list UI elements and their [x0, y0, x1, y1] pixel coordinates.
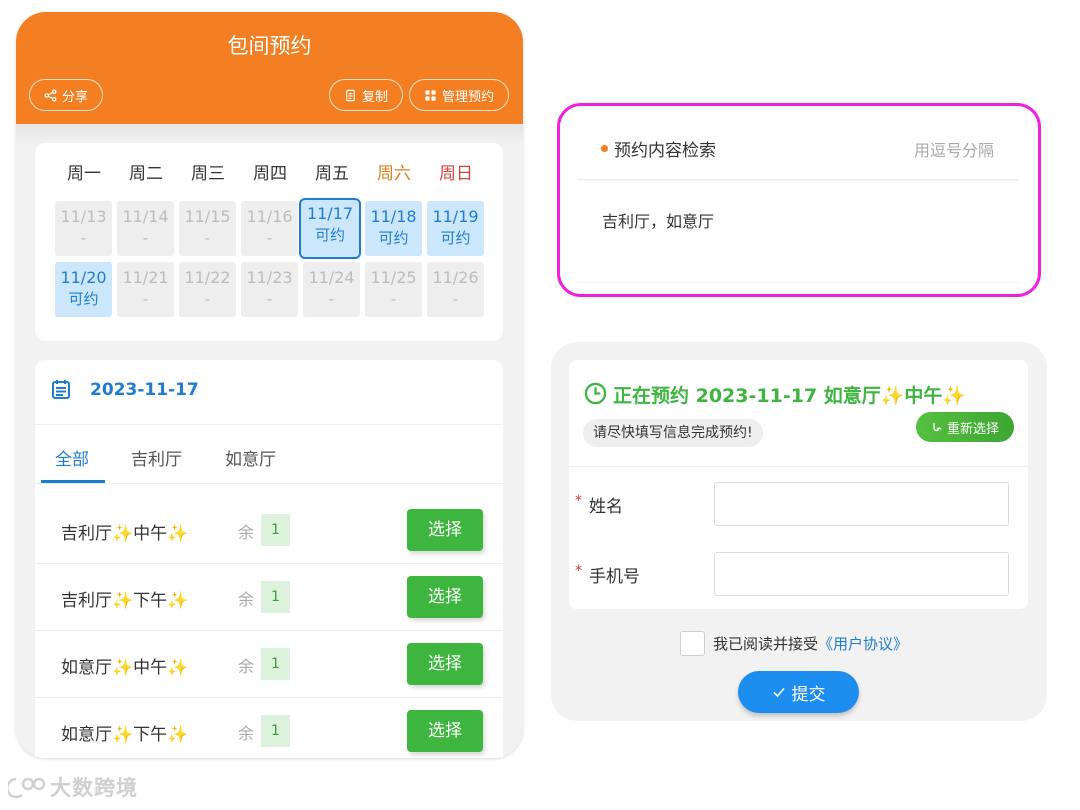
weekday-thu: 周四 — [253, 164, 287, 184]
copy-label: 复制 — [361, 89, 388, 105]
calendar-day[interactable]: 11/26- — [427, 262, 484, 317]
weekday-fri: 周五 — [315, 164, 349, 184]
bullet-dot — [601, 145, 608, 152]
manage-bookings-button[interactable]: 管理预约 — [409, 79, 509, 111]
calendar-day[interactable]: 11/21- — [117, 262, 174, 317]
app-header: 包间预约 分享 复制 管理预约 — [16, 12, 523, 124]
calendar-day[interactable]: 11/14- — [117, 201, 174, 256]
select-slot-button[interactable]: 选择 — [407, 710, 483, 752]
page-title: 包间预约 — [227, 34, 312, 58]
booking-phone-screen: 包间预约 分享 复制 管理预约 周一 周二 周三 周四 周五 周六 周日 11/… — [16, 12, 523, 758]
slots-card: 2023-11-17 全部 吉利厅 如意厅 吉利厅✨中午✨ 余 1 选择 吉利厅… — [35, 360, 503, 758]
name-input[interactable] — [714, 482, 1009, 526]
remaining-count: 1 — [261, 581, 290, 613]
phone-input[interactable] — [714, 552, 1009, 596]
select-slot-button[interactable]: 选择 — [407, 576, 483, 618]
divider — [569, 466, 1028, 467]
share-label: 分享 — [61, 89, 88, 105]
remaining-count: 1 — [261, 648, 290, 680]
slot-name: 如意厅✨下午✨ — [61, 725, 189, 745]
tab-jili-hall[interactable]: 吉利厅 — [131, 445, 182, 470]
calendar-day-available[interactable]: 11/18 可约 — [365, 201, 422, 256]
calendar-day[interactable]: 11/25- — [365, 262, 422, 317]
weekday-sun: 周日 — [439, 164, 473, 184]
selected-date: 2023-11-17 — [90, 380, 199, 400]
slot-name: 吉利厅✨下午✨ — [61, 591, 189, 611]
manage-label: 管理预约 — [441, 89, 494, 105]
remaining-count: 1 — [261, 715, 290, 747]
calendar-icon — [52, 380, 70, 399]
calendar-day[interactable]: 11/23- — [241, 262, 298, 317]
agree-text: 我已阅读并接受《用户协议》 — [713, 635, 909, 653]
remaining-label: 余 — [238, 590, 255, 609]
search-title: 预约内容检索 — [614, 141, 716, 161]
watermark: 大数跨境 — [8, 772, 138, 802]
slot-row: 吉利厅✨中午✨ 余 1 选择 — [35, 497, 503, 564]
name-label: 姓名 — [589, 497, 623, 517]
divider — [35, 483, 503, 484]
clock-icon — [584, 382, 607, 405]
reselect-button[interactable]: 重新选择 — [916, 412, 1014, 442]
slot-name: 吉利厅✨中午✨ — [61, 524, 189, 544]
reselect-label: 重新选择 — [946, 421, 999, 437]
calendar-day-selected[interactable]: 11/17 可约 — [299, 198, 361, 259]
user-agreement-link[interactable]: 《用户协议》 — [818, 635, 908, 653]
required-mark: * — [575, 493, 582, 509]
copy-button[interactable]: 复制 — [329, 79, 403, 111]
select-slot-button[interactable]: 选择 — [407, 509, 483, 551]
weekday-tue: 周二 — [129, 164, 163, 184]
calendar-day-available[interactable]: 11/20 可约 — [55, 262, 112, 317]
tab-all[interactable]: 全部 — [55, 445, 89, 470]
grid-icon — [425, 89, 436, 101]
calendar-day[interactable]: 11/24- — [303, 262, 360, 317]
header-shadow — [16, 124, 523, 144]
check-icon — [772, 687, 785, 698]
remaining-label: 余 — [238, 724, 255, 743]
search-hint: 用逗号分隔 — [914, 141, 995, 160]
select-slot-button[interactable]: 选择 — [407, 643, 483, 685]
calendar-day[interactable]: 11/22- — [179, 262, 236, 317]
remaining-count: 1 — [261, 514, 290, 546]
calendar-day-available[interactable]: 11/19 可约 — [427, 201, 484, 256]
share-icon — [44, 89, 57, 101]
tab-ruyi-hall[interactable]: 如意厅 — [225, 445, 276, 470]
refresh-icon — [933, 423, 942, 432]
remaining-label: 余 — [238, 657, 255, 676]
watermark-logo-icon — [8, 777, 46, 799]
slot-row: 如意厅✨下午✨ 余 1 选择 — [35, 698, 503, 758]
slot-name: 如意厅✨中午✨ — [61, 658, 189, 678]
submit-button[interactable]: 提交 — [738, 671, 859, 713]
phone-label: 手机号 — [589, 567, 640, 587]
weekday-wed: 周三 — [191, 164, 225, 184]
slot-row: 吉利厅✨下午✨ 余 1 选择 — [35, 564, 503, 631]
calendar-day[interactable]: 11/16- — [241, 201, 298, 256]
calendar-day[interactable]: 11/13- — [55, 201, 112, 256]
submit-label: 提交 — [791, 684, 826, 705]
slot-row: 如意厅✨中午✨ 余 1 选择 — [35, 631, 503, 698]
booking-title: 正在预约 2023-11-17 如意厅✨中午✨ — [613, 385, 967, 407]
calendar-day[interactable]: 11/15- — [179, 201, 236, 256]
required-mark: * — [575, 563, 582, 579]
booking-note: 请尽快填写信息完成预约! — [583, 419, 763, 447]
share-button[interactable]: 分享 — [29, 79, 103, 111]
weekday-mon: 周一 — [67, 164, 101, 184]
calendar-card: 周一 周二 周三 周四 周五 周六 周日 11/13- 11/14- 11/15… — [35, 143, 503, 341]
remaining-label: 余 — [238, 523, 255, 542]
copy-icon — [346, 89, 355, 101]
weekday-sat: 周六 — [377, 164, 411, 184]
agree-checkbox[interactable] — [680, 631, 705, 656]
divider — [35, 424, 503, 425]
search-input-value[interactable]: 吉利厅，如意厅 — [602, 208, 714, 232]
